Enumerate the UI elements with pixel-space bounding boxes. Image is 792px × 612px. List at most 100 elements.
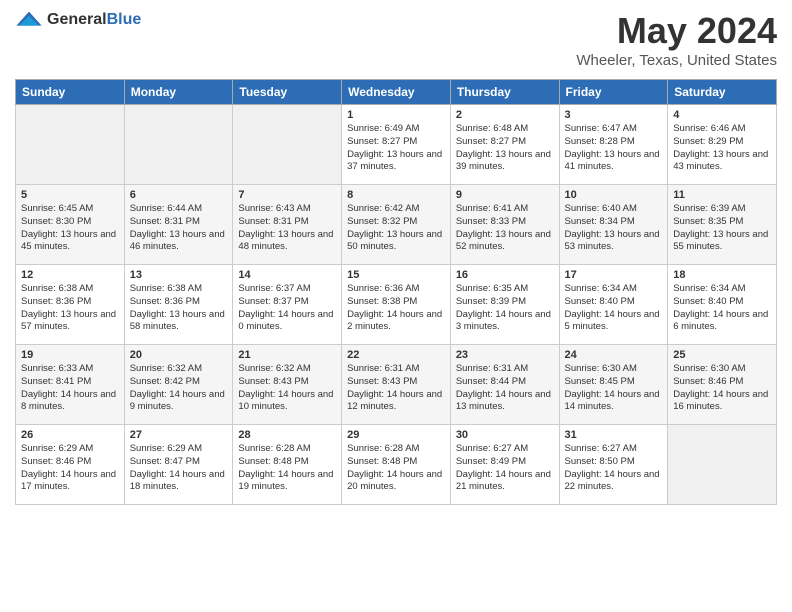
calendar-cell: 27 Sunrise: 6:29 AMSunset: 8:47 PMDayligh… bbox=[124, 425, 233, 505]
calendar-cell: 20 Sunrise: 6:32 AMSunset: 8:42 PMDayligh… bbox=[124, 345, 233, 425]
day-info: Sunrise: 6:34 AMSunset: 8:40 PMDaylight:… bbox=[673, 283, 771, 334]
day-number: 8 bbox=[347, 189, 445, 201]
day-info: Sunrise: 6:43 AMSunset: 8:31 PMDaylight:… bbox=[238, 203, 336, 254]
calendar-cell: 24 Sunrise: 6:30 AMSunset: 8:45 PMDayligh… bbox=[559, 345, 668, 425]
calendar-cell: 11 Sunrise: 6:39 AMSunset: 8:35 PMDayligh… bbox=[668, 185, 777, 265]
day-number: 21 bbox=[238, 349, 336, 361]
calendar-cell: 28 Sunrise: 6:28 AMSunset: 8:48 PMDayligh… bbox=[233, 425, 342, 505]
day-info: Sunrise: 6:32 AMSunset: 8:42 PMDaylight:… bbox=[130, 363, 228, 414]
header-saturday: Saturday bbox=[668, 80, 777, 105]
day-number: 6 bbox=[130, 189, 228, 201]
day-number: 15 bbox=[347, 269, 445, 281]
day-number: 29 bbox=[347, 429, 445, 441]
day-number: 25 bbox=[673, 349, 771, 361]
day-number: 22 bbox=[347, 349, 445, 361]
day-info: Sunrise: 6:28 AMSunset: 8:48 PMDaylight:… bbox=[238, 443, 336, 494]
calendar-cell: 1 Sunrise: 6:49 AMSunset: 8:27 PMDaylight… bbox=[342, 105, 451, 185]
location: Wheeler, Texas, United States bbox=[576, 52, 777, 69]
day-number: 28 bbox=[238, 429, 336, 441]
calendar-cell: 25 Sunrise: 6:30 AMSunset: 8:46 PMDayligh… bbox=[668, 345, 777, 425]
calendar-cell: 10Sunrise: 6:40 AMSunset: 8:34 PMDayligh… bbox=[559, 185, 668, 265]
calendar-cell: 22Sunrise: 6:31 AMSunset: 8:43 PMDayligh… bbox=[342, 345, 451, 425]
calendar-cell: 5 Sunrise: 6:45 AMSunset: 8:30 PMDaylight… bbox=[16, 185, 125, 265]
calendar-cell bbox=[233, 105, 342, 185]
day-info: Sunrise: 6:39 AMSunset: 8:35 PMDaylight:… bbox=[673, 203, 771, 254]
logo-general: General bbox=[47, 11, 107, 28]
calendar-cell bbox=[124, 105, 233, 185]
day-info: Sunrise: 6:37 AMSunset: 8:37 PMDaylight:… bbox=[238, 283, 336, 334]
calendar-cell: 15 Sunrise: 6:36 AMSunset: 8:38 PMDayligh… bbox=[342, 265, 451, 345]
day-number: 31 bbox=[565, 429, 663, 441]
day-number: 9 bbox=[456, 189, 554, 201]
day-info: Sunrise: 6:46 AMSunset: 8:29 PMDaylight:… bbox=[673, 123, 771, 174]
header-tuesday: Tuesday bbox=[233, 80, 342, 105]
header-sunday: Sunday bbox=[16, 80, 125, 105]
day-number: 3 bbox=[565, 109, 663, 121]
day-info: Sunrise: 6:33 AMSunset: 8:41 PMDaylight:… bbox=[21, 363, 119, 414]
calendar-cell: 29 Sunrise: 6:28 AMSunset: 8:48 PMDayligh… bbox=[342, 425, 451, 505]
calendar-cell bbox=[16, 105, 125, 185]
day-info: Sunrise: 6:27 AMSunset: 8:49 PMDaylight:… bbox=[456, 443, 554, 494]
calendar-cell: 12Sunrise: 6:38 AMSunset: 8:36 PMDayligh… bbox=[16, 265, 125, 345]
page-header: GeneralBlue May 2024 Wheeler, Texas, Uni… bbox=[15, 10, 777, 69]
day-info: Sunrise: 6:29 AMSunset: 8:47 PMDaylight:… bbox=[130, 443, 228, 494]
day-number: 19 bbox=[21, 349, 119, 361]
title-block: May 2024 Wheeler, Texas, United States bbox=[576, 10, 777, 69]
logo-icon bbox=[15, 10, 43, 30]
calendar-cell: 9 Sunrise: 6:41 AMSunset: 8:33 PMDaylight… bbox=[450, 185, 559, 265]
calendar-cell: 18Sunrise: 6:34 AMSunset: 8:40 PMDayligh… bbox=[668, 265, 777, 345]
day-number: 13 bbox=[130, 269, 228, 281]
day-number: 26 bbox=[21, 429, 119, 441]
calendar-cell: 19 Sunrise: 6:33 AMSunset: 8:41 PMDayligh… bbox=[16, 345, 125, 425]
calendar-cell: 14 Sunrise: 6:37 AMSunset: 8:37 PMDayligh… bbox=[233, 265, 342, 345]
calendar-cell: 8 Sunrise: 6:42 AMSunset: 8:32 PMDaylight… bbox=[342, 185, 451, 265]
calendar-cell: 17 Sunrise: 6:34 AMSunset: 8:40 PMDayligh… bbox=[559, 265, 668, 345]
day-info: Sunrise: 6:36 AMSunset: 8:38 PMDaylight:… bbox=[347, 283, 445, 334]
day-info: Sunrise: 6:35 AMSunset: 8:39 PMDaylight:… bbox=[456, 283, 554, 334]
day-number: 30 bbox=[456, 429, 554, 441]
day-info: Sunrise: 6:44 AMSunset: 8:31 PMDaylight:… bbox=[130, 203, 228, 254]
header-thursday: Thursday bbox=[450, 80, 559, 105]
day-info: Sunrise: 6:32 AMSunset: 8:43 PMDaylight:… bbox=[238, 363, 336, 414]
calendar-table: SundayMondayTuesdayWednesdayThursdayFrid… bbox=[15, 79, 777, 505]
day-info: Sunrise: 6:29 AMSunset: 8:46 PMDaylight:… bbox=[21, 443, 119, 494]
calendar-cell: 6 Sunrise: 6:44 AMSunset: 8:31 PMDaylight… bbox=[124, 185, 233, 265]
header-monday: Monday bbox=[124, 80, 233, 105]
day-info: Sunrise: 6:30 AMSunset: 8:45 PMDaylight:… bbox=[565, 363, 663, 414]
day-number: 17 bbox=[565, 269, 663, 281]
calendar-cell: 2Sunrise: 6:48 AMSunset: 8:27 PMDaylight… bbox=[450, 105, 559, 185]
day-number: 24 bbox=[565, 349, 663, 361]
day-info: Sunrise: 6:38 AMSunset: 8:36 PMDaylight:… bbox=[130, 283, 228, 334]
calendar-cell: 16Sunrise: 6:35 AMSunset: 8:39 PMDayligh… bbox=[450, 265, 559, 345]
logo: GeneralBlue bbox=[15, 10, 141, 30]
calendar-cell: 13 Sunrise: 6:38 AMSunset: 8:36 PMDayligh… bbox=[124, 265, 233, 345]
day-number: 1 bbox=[347, 109, 445, 121]
day-number: 12 bbox=[21, 269, 119, 281]
day-info: Sunrise: 6:45 AMSunset: 8:30 PMDaylight:… bbox=[21, 203, 119, 254]
calendar-cell: 30 Sunrise: 6:27 AMSunset: 8:49 PMDayligh… bbox=[450, 425, 559, 505]
day-number: 23 bbox=[456, 349, 554, 361]
calendar-cell: 31 Sunrise: 6:27 AMSunset: 8:50 PMDayligh… bbox=[559, 425, 668, 505]
day-info: Sunrise: 6:41 AMSunset: 8:33 PMDaylight:… bbox=[456, 203, 554, 254]
day-number: 5 bbox=[21, 189, 119, 201]
header-friday: Friday bbox=[559, 80, 668, 105]
calendar-cell: 21 Sunrise: 6:32 AMSunset: 8:43 PMDayligh… bbox=[233, 345, 342, 425]
day-number: 11 bbox=[673, 189, 771, 201]
day-info: Sunrise: 6:30 AMSunset: 8:46 PMDaylight:… bbox=[673, 363, 771, 414]
day-info: Sunrise: 6:49 AMSunset: 8:27 PMDaylight:… bbox=[347, 123, 445, 174]
day-number: 7 bbox=[238, 189, 336, 201]
day-info: Sunrise: 6:27 AMSunset: 8:50 PMDaylight:… bbox=[565, 443, 663, 494]
header-wednesday: Wednesday bbox=[342, 80, 451, 105]
day-number: 27 bbox=[130, 429, 228, 441]
day-number: 20 bbox=[130, 349, 228, 361]
calendar-cell: 26 Sunrise: 6:29 AMSunset: 8:46 PMDayligh… bbox=[16, 425, 125, 505]
day-number: 10 bbox=[565, 189, 663, 201]
day-number: 4 bbox=[673, 109, 771, 121]
day-info: Sunrise: 6:28 AMSunset: 8:48 PMDaylight:… bbox=[347, 443, 445, 494]
day-info: Sunrise: 6:42 AMSunset: 8:32 PMDaylight:… bbox=[347, 203, 445, 254]
month-year: May 2024 bbox=[576, 10, 777, 52]
day-number: 14 bbox=[238, 269, 336, 281]
day-info: Sunrise: 6:47 AMSunset: 8:28 PMDaylight:… bbox=[565, 123, 663, 174]
day-info: Sunrise: 6:34 AMSunset: 8:40 PMDaylight:… bbox=[565, 283, 663, 334]
calendar-cell: 3 Sunrise: 6:47 AMSunset: 8:28 PMDaylight… bbox=[559, 105, 668, 185]
